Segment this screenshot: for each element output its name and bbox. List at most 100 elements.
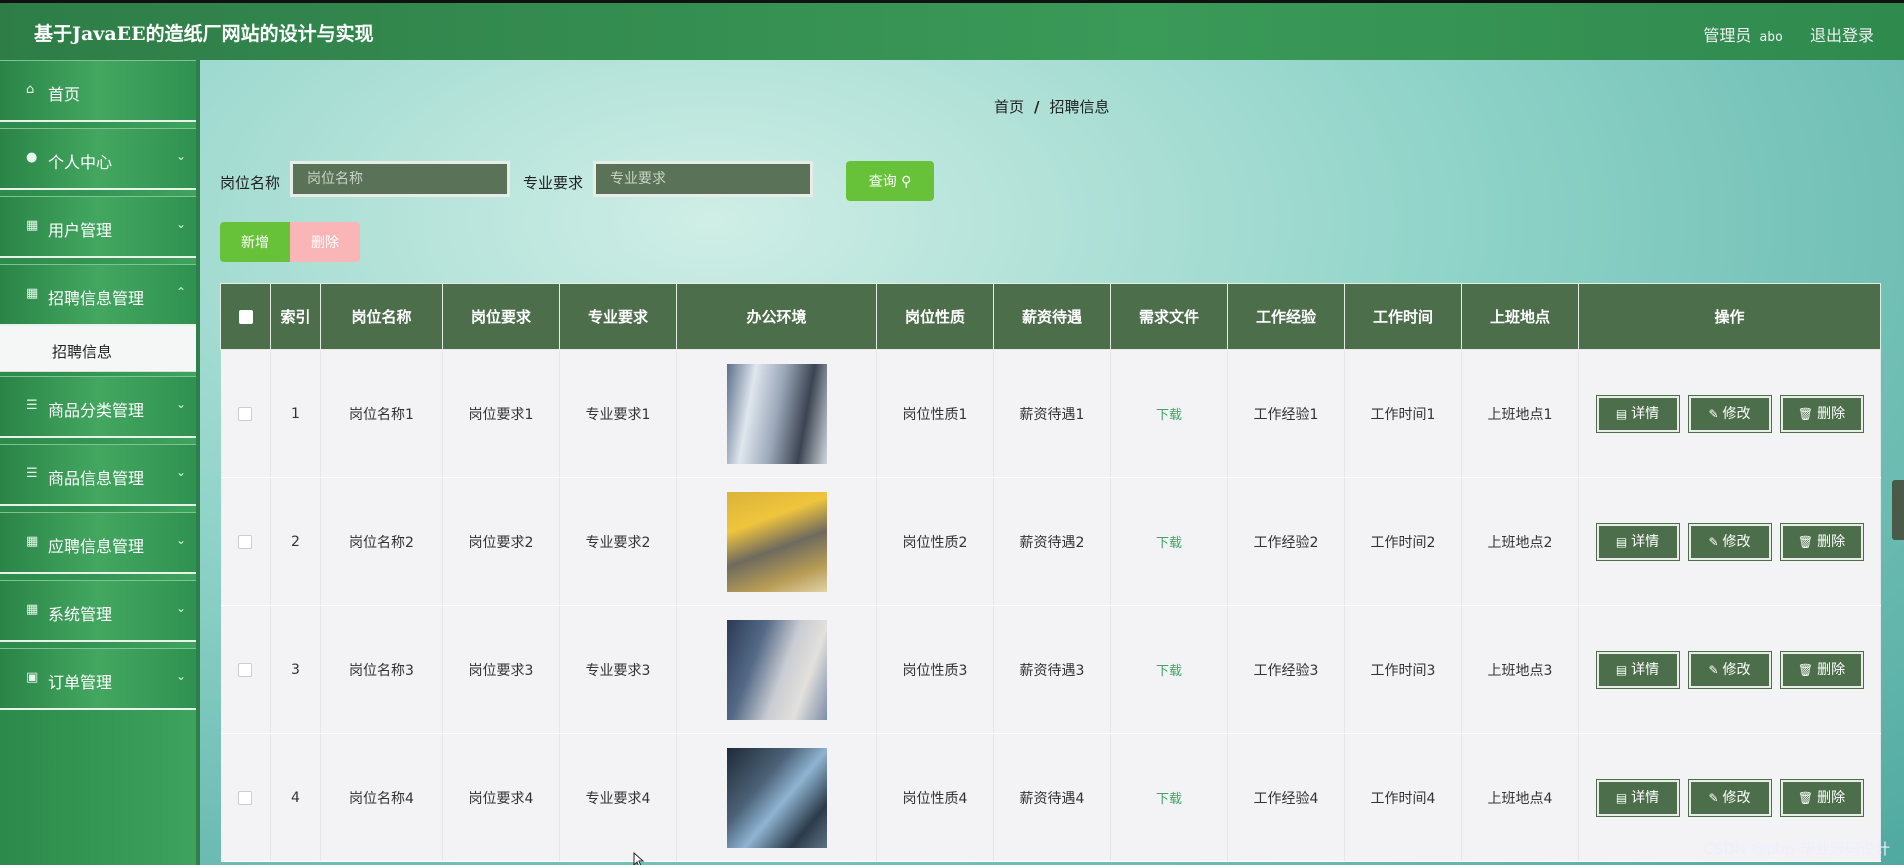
cell-position-name: 岗位名称2 — [320, 477, 443, 606]
scrollbar-handle[interactable] — [1892, 480, 1904, 540]
cell-major-requirement: 专业要求1 — [559, 349, 677, 478]
sidebar-item-product-management[interactable]: ☰ 商品信息管理 ⌄ — [0, 444, 196, 506]
cell-work-experience: 工作经验1 — [1227, 349, 1345, 478]
sidebar-item-category-management[interactable]: ☰ 商品分类管理 ⌄ — [0, 376, 196, 438]
row-select-cell[interactable] — [220, 477, 271, 606]
sidebar-item-order-management[interactable]: ▣ 订单管理 ⌄ — [0, 648, 196, 710]
delete-label: 删除 — [1817, 661, 1846, 678]
edit-label: 修改 — [1722, 789, 1751, 806]
chevron-down-icon: ⌄ — [175, 601, 186, 615]
detail-label: 详情 — [1631, 405, 1660, 422]
cell-position-name: 岗位名称4 — [320, 733, 443, 862]
cell-position-nature: 岗位性质3 — [876, 605, 994, 734]
row-select-cell[interactable] — [220, 605, 271, 734]
column-header: 工作经验 — [1227, 283, 1345, 350]
download-link[interactable]: 下载 — [1156, 408, 1182, 423]
cell-salary: 薪资待遇4 — [993, 733, 1111, 862]
column-header: 岗位要求 — [442, 283, 560, 350]
cell-index: 1 — [270, 349, 321, 478]
office-photo[interactable] — [726, 491, 827, 592]
download-link[interactable]: 下载 — [1156, 536, 1182, 551]
pencil-icon: ✎ — [1708, 406, 1719, 421]
cell-index: 2 — [270, 477, 321, 606]
position-name-input[interactable] — [290, 161, 510, 197]
column-header: 工作时间 — [1344, 283, 1462, 350]
cell-office-environment — [676, 477, 877, 606]
chevron-down-icon: ⌄ — [175, 397, 186, 411]
edit-label: 修改 — [1722, 405, 1751, 422]
delete-label: 删除 — [1817, 789, 1846, 806]
cell-position-name: 岗位名称1 — [320, 349, 443, 478]
select-all-cell[interactable] — [220, 283, 271, 350]
sidebar-item-application-management[interactable]: ▦ 应聘信息管理 ⌄ — [0, 512, 196, 574]
row-checkbox[interactable] — [238, 662, 253, 677]
row-checkbox[interactable] — [238, 534, 253, 549]
cell-major-requirement: 专业要求4 — [559, 733, 677, 862]
grid-icon: ▦ — [26, 218, 39, 233]
column-header: 岗位名称 — [320, 283, 443, 350]
table-header-row: 索引 岗位名称 岗位要求 专业要求 办公环境 岗位性质 薪资待遇 需求文件 工作… — [220, 283, 1881, 350]
edit-button[interactable]: ✎ 修改 — [1688, 523, 1771, 560]
add-button[interactable]: 新增 — [220, 222, 290, 262]
column-header: 岗位性质 — [876, 283, 994, 350]
sidebar-item-personal-center[interactable]: ● 个人中心 ⌄ — [0, 128, 196, 190]
detail-button[interactable]: ▤ 详情 — [1596, 779, 1679, 816]
breadcrumb: 首页 / 招聘信息 — [994, 96, 1110, 117]
detail-button[interactable]: ▤ 详情 — [1596, 651, 1679, 688]
logout-link[interactable]: 退出登录 — [1810, 26, 1874, 45]
sidebar-item-home[interactable]: ⌂ 首页 — [0, 60, 196, 122]
delete-button[interactable]: 🗑 删除 — [1780, 395, 1863, 432]
cell-office-environment — [676, 605, 877, 734]
main-content: 首页 / 招聘信息 岗位名称 专业要求 查询 ⚲ 新增 删除 索引 岗位名称 岗位要… — [200, 60, 1904, 865]
query-button[interactable]: 查询 ⚲ — [846, 161, 934, 201]
app-title: 基于JavaEE的造纸厂网站的设计与实现 — [34, 23, 374, 45]
breadcrumb-home[interactable]: 首页 — [994, 98, 1024, 116]
sidebar-item-recruitment-management[interactable]: ▦ 招聘信息管理 ⌃ — [0, 264, 196, 326]
user-role: 管理员 — [1703, 26, 1752, 45]
office-photo[interactable] — [726, 747, 827, 848]
edit-button[interactable]: ✎ 修改 — [1688, 779, 1771, 816]
batch-delete-button[interactable]: 删除 — [290, 222, 360, 262]
edit-button[interactable]: ✎ 修改 — [1688, 651, 1771, 688]
chevron-down-icon: ⌄ — [175, 217, 186, 231]
detail-label: 详情 — [1631, 789, 1660, 806]
office-photo[interactable] — [726, 363, 827, 464]
column-header: 索引 — [270, 283, 321, 350]
delete-button[interactable]: 🗑 删除 — [1780, 523, 1863, 560]
table-row: 3 岗位名称3 岗位要求3 专业要求3 岗位性质3 薪资待遇3 下载 工作经验3… — [220, 605, 1881, 734]
breadcrumb-separator: / — [1034, 98, 1040, 116]
column-header: 需求文件 — [1110, 283, 1228, 350]
pencil-icon: ✎ — [1708, 790, 1719, 805]
major-requirement-input[interactable] — [593, 161, 813, 197]
list-icon: ☰ — [26, 398, 38, 413]
sidebar-item-label: 商品分类管理 — [48, 401, 145, 420]
office-photo[interactable] — [726, 619, 827, 720]
row-select-cell[interactable] — [220, 733, 271, 862]
sidebar-item-user-management[interactable]: ▦ 用户管理 ⌄ — [0, 196, 196, 258]
sidebar-item-system-management[interactable]: ▦ 系统管理 ⌄ — [0, 580, 196, 642]
row-checkbox[interactable] — [238, 406, 253, 421]
sidebar-subitem-recruitment-info[interactable]: 招聘信息 — [0, 326, 196, 372]
select-all-checkbox[interactable] — [238, 310, 253, 324]
column-header: 上班地点 — [1461, 283, 1579, 350]
table-row: 2 岗位名称2 岗位要求2 专业要求2 岗位性质2 薪资待遇2 下载 工作经验2… — [220, 477, 1881, 606]
document-icon: ▤ — [1615, 534, 1628, 549]
edit-button[interactable]: ✎ 修改 — [1688, 395, 1771, 432]
download-link[interactable]: 下载 — [1156, 664, 1182, 679]
grid-icon: ▦ — [26, 286, 39, 301]
sidebar-item-label: 招聘信息管理 — [48, 289, 145, 308]
clipboard-icon: ▣ — [26, 670, 39, 685]
delete-button[interactable]: 🗑 删除 — [1780, 779, 1863, 816]
cell-major-requirement: 专业要求2 — [559, 477, 677, 606]
delete-button[interactable]: 🗑 删除 — [1780, 651, 1863, 688]
chevron-down-icon: ⌄ — [175, 149, 186, 163]
cell-position-name: 岗位名称3 — [320, 605, 443, 734]
detail-button[interactable]: ▤ 详情 — [1596, 395, 1679, 432]
download-link[interactable]: 下载 — [1156, 792, 1182, 807]
chevron-up-icon: ⌃ — [175, 285, 186, 299]
cell-office-environment — [676, 349, 877, 478]
row-select-cell[interactable] — [220, 349, 271, 478]
row-checkbox[interactable] — [238, 790, 253, 805]
detail-button[interactable]: ▤ 详情 — [1596, 523, 1679, 560]
document-icon: ▤ — [1615, 406, 1628, 421]
